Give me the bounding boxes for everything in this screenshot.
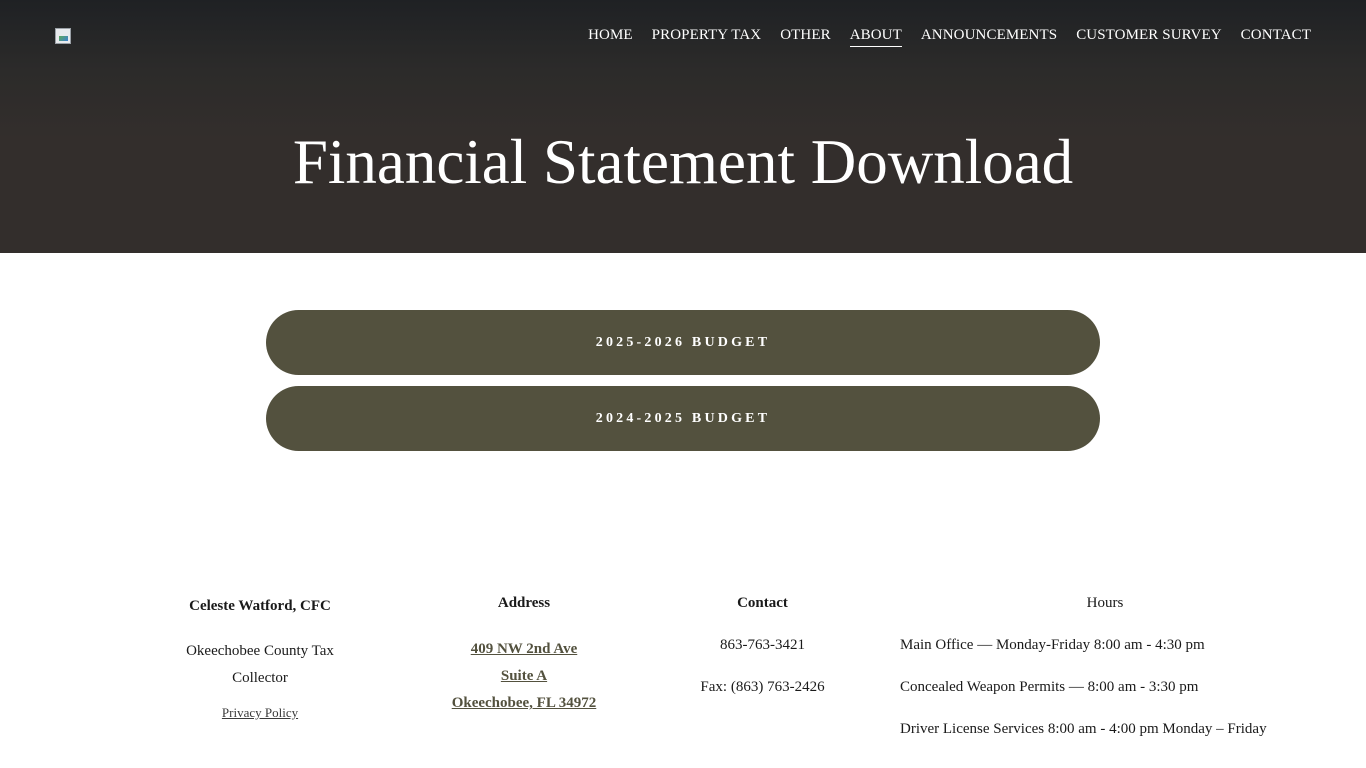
address-city-link[interactable]: Okeechobee, FL 34972	[414, 690, 634, 717]
address-street-link[interactable]: 409 NW 2nd Ave	[414, 636, 634, 663]
address-heading: Address	[497, 595, 551, 611]
nav-home[interactable]: HOME	[588, 26, 633, 47]
footer-address-column: Address 409 NW 2nd Ave Suite A Okeechobe…	[414, 594, 634, 717]
footer-identity-column: Celeste Watford, CFC Okeechobee County T…	[150, 597, 370, 722]
budget-2024-2025-button[interactable]: 2024-2025 BUDGET	[266, 386, 1100, 451]
nav-announcements[interactable]: ANNOUNCEMENTS	[921, 26, 1057, 47]
contact-heading: Contact	[737, 595, 788, 611]
logo-broken-image-icon[interactable]	[55, 28, 71, 44]
fax-number: Fax: (863) 763-2426	[700, 679, 825, 695]
main-nav: HOME PROPERTY TAX OTHER ABOUT ANNOUNCEME…	[588, 26, 1311, 47]
budget-2025-2026-button[interactable]: 2025-2026 BUDGET	[266, 310, 1100, 375]
address-suite-link[interactable]: Suite A	[414, 663, 634, 690]
hours-heading: Hours	[1086, 595, 1124, 611]
footer-contact-column: Contact 863-763-3421 Fax: (863) 763-2426	[650, 594, 875, 696]
privacy-policy-link[interactable]: Privacy Policy	[222, 705, 298, 721]
hours-main-office: Main Office — Monday-Friday 8:00 am - 4:…	[900, 637, 1205, 653]
nav-property-tax[interactable]: PROPERTY TAX	[652, 26, 762, 47]
phone-number: 863-763-3421	[720, 637, 805, 653]
hours-concealed-weapon: Concealed Weapon Permits — 8:00 am - 3:3…	[900, 679, 1199, 695]
footer-hours-column: Hours Main Office — Monday-Friday 8:00 a…	[900, 594, 1310, 738]
footer-name: Celeste Watford, CFC	[189, 598, 331, 614]
hero-header: HOME PROPERTY TAX OTHER ABOUT ANNOUNCEME…	[0, 0, 1366, 253]
hours-driver-license: Driver License Services 8:00 am - 4:00 p…	[900, 721, 1267, 737]
footer-org: Okeechobee County Tax Collector	[186, 643, 334, 686]
nav-other[interactable]: OTHER	[780, 26, 831, 47]
page-title: Financial Statement Download	[292, 127, 1074, 197]
nav-customer-survey[interactable]: CUSTOMER SURVEY	[1076, 26, 1221, 47]
nav-contact[interactable]: CONTACT	[1241, 26, 1311, 47]
nav-about[interactable]: ABOUT	[849, 26, 902, 47]
